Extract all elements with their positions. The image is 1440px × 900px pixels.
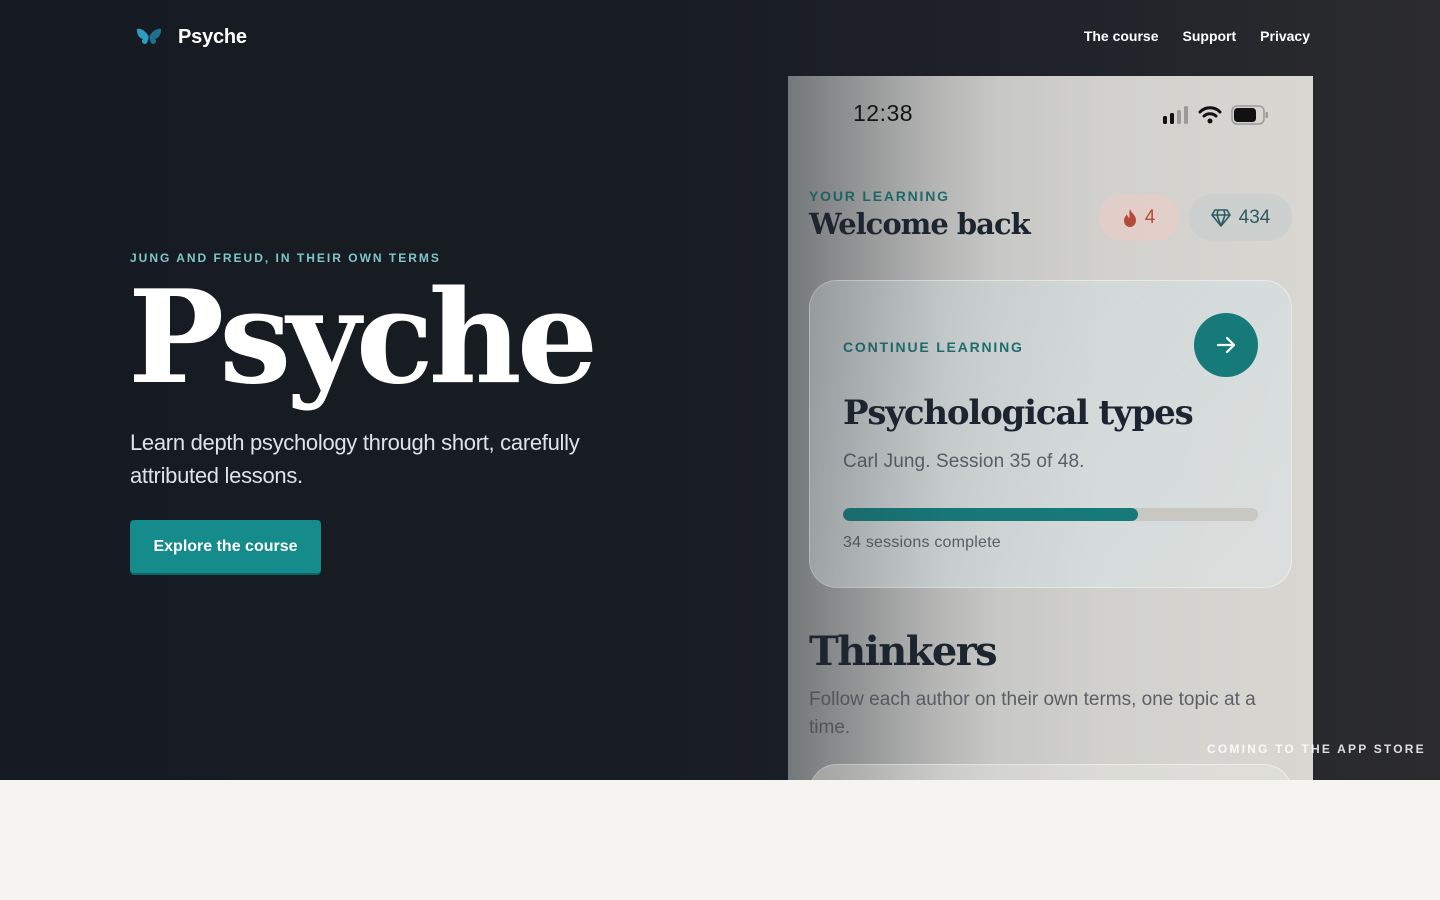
thinker-card[interactable]	[809, 764, 1292, 780]
continue-learning-card[interactable]: CONTINUE LEARNING Psychological types Ca…	[809, 280, 1292, 588]
signal-icon	[1163, 106, 1188, 124]
butterfly-logo-icon	[136, 28, 162, 44]
hero-title: Psyche	[128, 263, 598, 413]
arrow-right-icon	[1216, 336, 1236, 354]
thinkers-subtitle: Follow each author on their own terms, o…	[809, 689, 1256, 738]
streak-count: 4	[1144, 206, 1156, 228]
nav-link-the-course[interactable]: The course	[1084, 28, 1159, 44]
hero-section: Psyche The course Support Privacy JUNG A…	[0, 0, 1440, 780]
app-store-note: COMING TO THE APP STORE	[1207, 742, 1426, 756]
page-bottom-band	[0, 780, 1440, 900]
status-time: 12:38	[853, 100, 914, 126]
battery-icon	[1231, 105, 1268, 125]
main-nav: The course Support Privacy	[1084, 28, 1310, 44]
flame-icon	[1123, 208, 1136, 227]
continue-arrow-button[interactable]	[1194, 313, 1258, 377]
continue-learning-eyebrow: CONTINUE LEARNING	[843, 339, 1024, 355]
hero-subtitle: Learn depth psychology through short, ca…	[130, 430, 580, 488]
nav-link-privacy[interactable]: Privacy	[1260, 28, 1310, 44]
gems-badge[interactable]: 434	[1189, 194, 1292, 241]
nav-link-support[interactable]: Support	[1183, 28, 1237, 44]
diamond-icon	[1210, 208, 1231, 227]
phone-mockup: 12:38 YOUR LEARNING Welcome back 4 434 C…	[788, 76, 1313, 780]
gems-count: 434	[1238, 206, 1271, 228]
thinkers-heading: Thinkers	[809, 628, 998, 675]
your-learning-eyebrow: YOUR LEARNING	[809, 188, 950, 204]
course-title: Psychological types	[843, 393, 1194, 433]
wifi-icon	[1198, 106, 1222, 124]
course-progress-bar	[843, 508, 1258, 521]
brand-link[interactable]: Psyche	[136, 24, 247, 50]
explore-course-button[interactable]: Explore the course	[130, 520, 321, 573]
course-subtitle: Carl Jung. Session 35 of 48.	[843, 451, 1085, 472]
streak-badge[interactable]: 4	[1099, 194, 1179, 241]
welcome-heading: Welcome back	[809, 207, 1031, 241]
progress-label: 34 sessions complete	[843, 534, 1001, 551]
course-progress-fill	[843, 508, 1138, 521]
brand-name: Psyche	[178, 25, 247, 48]
status-bar-icons	[1163, 105, 1269, 125]
